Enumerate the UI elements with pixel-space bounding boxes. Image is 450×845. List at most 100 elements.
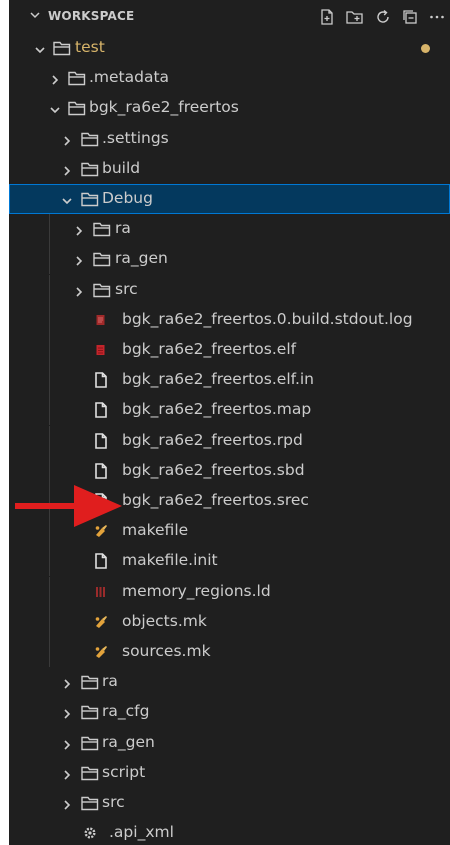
tree-item-label: makefile — [122, 521, 189, 540]
tree-folder-item[interactable]: .metadata — [9, 63, 450, 93]
tree-item-label: bgk_ra6e2_freertos.srec — [122, 491, 309, 509]
folder-icon — [52, 39, 72, 61]
indent-guide — [49, 546, 50, 577]
tree-item-label: ra — [115, 219, 131, 238]
tree-item-label: bgk_ra6e2_freertos.elf.in — [122, 370, 315, 389]
chevron-down-icon[interactable] — [34, 41, 46, 60]
tree-folder-item[interactable]: ra_gen — [9, 244, 450, 275]
tree-folder-item[interactable]: Debug — [9, 184, 450, 214]
tree-folder-item[interactable]: build — [9, 154, 450, 184]
makefile-icon — [93, 643, 109, 665]
folder-icon — [80, 190, 100, 212]
tree-item-label: ra_gen — [102, 732, 155, 751]
tree-item-label: bgk_ra6e2_freertos.elf — [122, 340, 297, 358]
tree-item-label: .metadata — [89, 68, 170, 87]
modified-indicator — [421, 44, 430, 53]
workspace-header[interactable]: WORKSPACE — [9, 0, 450, 34]
tree-item-label: src — [102, 793, 125, 811]
chevron-right-icon[interactable] — [61, 132, 73, 151]
chevron-right-icon[interactable] — [61, 705, 73, 724]
chevron-right-icon[interactable] — [61, 766, 73, 785]
chevron-right-icon[interactable] — [73, 283, 85, 302]
makefile-icon — [93, 613, 109, 635]
tree-item-label: script — [102, 762, 146, 781]
tree-file-item[interactable]: bgk_ra6e2_freertos.elf.in — [9, 365, 450, 396]
tree-item-label: ra_gen — [115, 249, 168, 268]
tree-item-label: objects.mk — [122, 611, 207, 630]
tree-file-item[interactable]: memory_regions.ld — [9, 576, 450, 607]
indent-guide — [49, 214, 50, 245]
workspace-title: WORKSPACE — [48, 9, 135, 23]
tree-folder-item[interactable]: src — [9, 274, 450, 305]
gear-icon — [82, 824, 98, 845]
indent-guide — [49, 304, 50, 335]
tree-item-label: .settings — [102, 128, 169, 147]
chevron-right-icon[interactable] — [61, 675, 73, 694]
tree-file-item[interactable]: bgk_ra6e2_freertos.0.build.stdout.log — [9, 304, 450, 335]
folder-icon — [80, 794, 100, 816]
chevron-down-icon[interactable] — [29, 9, 41, 21]
linker-script-icon — [93, 583, 109, 605]
tree-folder-item[interactable]: ra — [9, 667, 450, 697]
folder-icon — [92, 250, 112, 272]
explorer-actions — [318, 5, 446, 29]
tree-folder-item[interactable]: script — [9, 758, 450, 788]
file-icon — [93, 401, 109, 423]
tree-item-label: ra_cfg — [102, 702, 150, 721]
tree-folder-item[interactable]: bgk_ra6e2_freertos — [9, 93, 450, 123]
folder-icon — [80, 734, 100, 756]
tree-item-label: bgk_ra6e2_freertos.0.build.stdout.log — [122, 309, 413, 328]
indent-guide — [49, 244, 50, 275]
tree-item-label: test — [75, 38, 105, 56]
tree-file-item[interactable]: sources.mk — [9, 637, 450, 667]
chevron-right-icon[interactable] — [49, 71, 61, 90]
tree-item-label: memory_regions.ld — [122, 581, 271, 600]
chevron-down-icon[interactable] — [61, 192, 73, 211]
tree-file-item[interactable]: makefile.init — [9, 546, 450, 577]
tree-file-item[interactable]: objects.mk — [9, 606, 450, 637]
tree-item-label: .api_xml — [109, 823, 174, 842]
chevron-down-icon[interactable] — [49, 101, 61, 120]
folder-icon — [80, 673, 100, 695]
tree-file-item[interactable]: bgk_ra6e2_freertos.map — [9, 395, 450, 426]
file-icon — [93, 371, 109, 393]
tree-item-label: makefile.init — [122, 551, 218, 570]
collapse-all-icon[interactable] — [401, 8, 419, 26]
chevron-right-icon[interactable] — [61, 162, 73, 181]
tree-item-label: bgk_ra6e2_freertos.rpd — [122, 430, 303, 449]
log-file-icon — [93, 311, 109, 333]
tree-file-item[interactable]: .api_xml — [9, 818, 450, 845]
tree-item-label: Debug — [102, 189, 153, 207]
refresh-icon[interactable] — [374, 8, 392, 26]
indent-guide — [49, 335, 50, 365]
tree-folder-item[interactable]: ra_cfg — [9, 697, 450, 727]
tree-folder-item[interactable]: src — [9, 788, 450, 818]
tree-file-item[interactable]: bgk_ra6e2_freertos.elf — [9, 335, 450, 365]
chevron-right-icon[interactable] — [61, 796, 73, 815]
tree-item-label: bgk_ra6e2_freertos.sbd — [122, 460, 305, 479]
tree-file-item[interactable]: bgk_ra6e2_freertos.rpd — [9, 425, 450, 456]
indent-guide — [49, 576, 50, 607]
folder-icon — [67, 99, 87, 121]
tree-folder-item[interactable]: test — [9, 33, 450, 63]
tree-folder-item[interactable]: ra — [9, 214, 450, 245]
chevron-right-icon[interactable] — [73, 222, 85, 241]
new-file-icon[interactable] — [318, 8, 336, 26]
explorer-panel: WORKSPACE test .metadata bgk_ra6e2_freerto… — [9, 0, 450, 845]
indent-guide — [49, 606, 50, 637]
chevron-right-icon[interactable] — [61, 736, 73, 755]
chevron-right-icon[interactable] — [73, 252, 85, 271]
indent-guide — [49, 365, 50, 396]
tree-folder-item[interactable]: .settings — [9, 124, 450, 154]
tree-folder-item[interactable]: ra_gen — [9, 728, 450, 758]
file-icon — [93, 552, 109, 574]
folder-icon — [92, 220, 112, 242]
folder-icon — [80, 130, 100, 152]
new-folder-icon[interactable] — [345, 8, 365, 26]
folder-icon — [80, 160, 100, 182]
folder-icon — [80, 703, 100, 725]
tree-item-label: build — [102, 158, 141, 177]
elf-file-icon — [93, 341, 109, 363]
indent-guide — [49, 637, 50, 667]
more-actions-icon[interactable] — [428, 8, 446, 26]
